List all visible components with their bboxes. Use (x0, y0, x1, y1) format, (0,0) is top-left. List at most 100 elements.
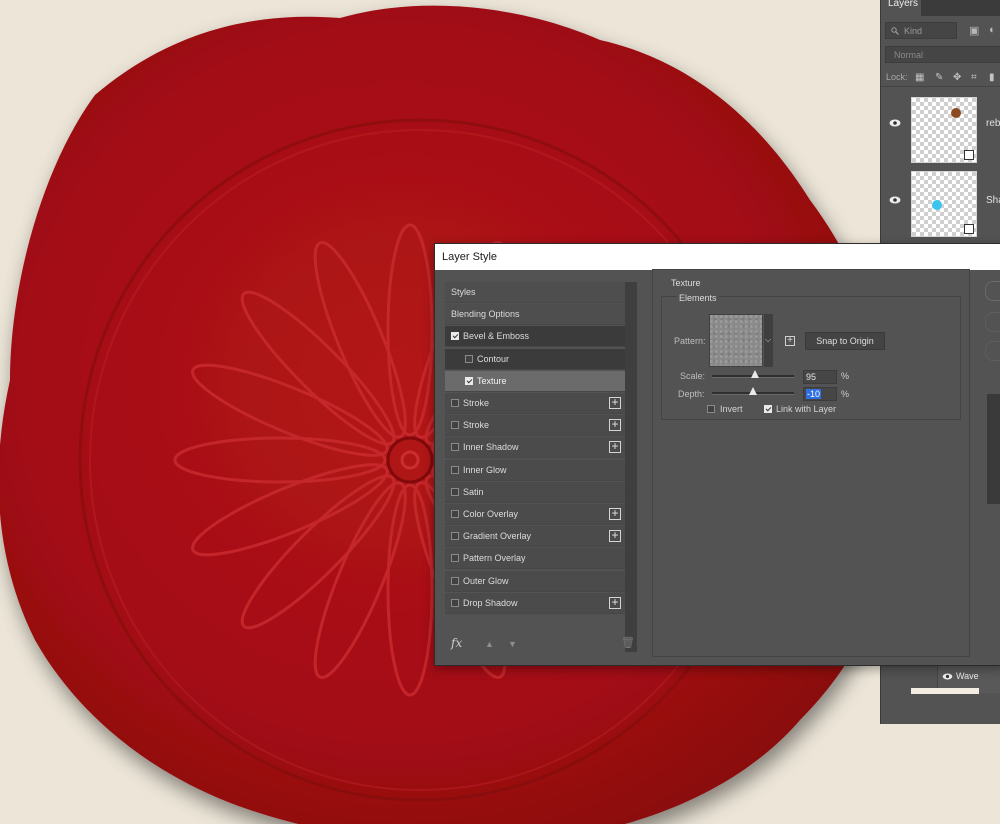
add-style-instance-button[interactable]: + (609, 396, 621, 409)
scale-slider-thumb[interactable] (750, 370, 759, 378)
link-with-layer-checkbox[interactable] (764, 405, 772, 413)
eye-icon[interactable] (942, 673, 953, 680)
style-item-label: Texture (477, 375, 507, 386)
depth-percent: % (841, 389, 850, 399)
scale-slider[interactable] (712, 370, 794, 378)
pattern-picker-dropdown[interactable]: ⌵ (764, 314, 773, 367)
style-item-stroke[interactable]: Stroke + (445, 415, 625, 437)
style-checkbox[interactable] (451, 443, 459, 452)
layers-tab-bar: Layers (881, 0, 1000, 16)
style-checkbox[interactable] (451, 332, 459, 341)
pattern-swatch[interactable] (709, 314, 763, 367)
layer-thumbnail (911, 97, 977, 163)
style-checkbox[interactable] (451, 576, 459, 585)
style-item-label: Satin (463, 486, 484, 497)
styles-list-scrollbar[interactable] (625, 282, 637, 652)
style-checkbox[interactable] (451, 510, 459, 518)
style-item-label: Contour (477, 353, 510, 364)
move-down-icon[interactable]: ▼ (508, 639, 517, 649)
chevron-down-icon: ⌵ (765, 335, 772, 344)
smart-object-icon (964, 150, 974, 160)
style-item-label: Stroke (463, 420, 490, 431)
style-checkbox[interactable] (451, 532, 459, 541)
layer-thumbnail (911, 171, 977, 237)
style-checkbox[interactable] (465, 376, 473, 385)
add-style-instance-button[interactable]: + (609, 507, 621, 520)
lock-position-icon[interactable]: ✥ (953, 72, 961, 83)
style-item-pattern-overlay[interactable]: Pattern Overlay (445, 548, 625, 570)
snap-to-origin-button[interactable]: Snap to Origin (805, 332, 885, 350)
style-checkbox[interactable] (451, 598, 459, 607)
move-up-icon[interactable]: ▲ (485, 639, 494, 649)
depth-value: -10 (806, 389, 822, 399)
styles-toolbar: fx ▲ ▼ 🗑 (445, 632, 635, 656)
depth-input[interactable]: -10 (803, 387, 837, 401)
style-item-label: Drop Shadow (463, 597, 518, 608)
scale-value: 95 (806, 372, 817, 382)
scale-percent: % (841, 371, 850, 381)
cancel-button[interactable] (985, 312, 1000, 332)
scale-label: Scale: (680, 371, 706, 381)
style-item-styles[interactable]: Styles (445, 282, 625, 303)
style-item-label: Stroke (463, 398, 490, 408)
style-item-blending-options[interactable]: Blending Options (445, 304, 625, 326)
style-item-drop-shadow[interactable]: Drop Shadow + (445, 592, 625, 614)
layer-name: Sha (986, 195, 1000, 206)
layer-row[interactable]: rebe (881, 88, 1000, 164)
new-preset-icon[interactable]: + (785, 336, 795, 346)
scale-input[interactable]: 95 (803, 370, 837, 384)
lock-artboard-icon[interactable]: ⌗ (971, 72, 977, 83)
link-with-layer-label: Link with Layer (776, 404, 837, 414)
style-checkbox[interactable] (451, 487, 459, 496)
lock-brush-icon[interactable]: ✎ (935, 72, 943, 83)
depth-slider-thumb[interactable] (748, 387, 757, 395)
style-item-bevel-emboss[interactable]: Bevel & Emboss (445, 326, 625, 348)
style-item-color-overlay[interactable]: Color Overlay + (445, 504, 625, 525)
add-style-instance-button[interactable]: + (609, 418, 621, 432)
eye-icon[interactable] (889, 196, 901, 204)
blend-mode-select[interactable]: Normal (885, 46, 1000, 63)
style-checkbox[interactable] (451, 554, 459, 563)
style-item-label: Pattern Overlay (463, 553, 526, 564)
style-checkbox[interactable] (465, 354, 473, 363)
section-title: Texture (669, 278, 703, 288)
add-style-instance-button[interactable]: + (609, 440, 621, 454)
depth-label: Depth: (678, 389, 705, 399)
style-checkbox[interactable] (451, 421, 459, 430)
style-checkbox[interactable] (451, 465, 459, 474)
style-item-inner-glow[interactable]: Inner Glow (445, 459, 625, 481)
add-style-instance-button[interactable]: + (609, 596, 621, 609)
invert-checkbox[interactable] (707, 405, 715, 413)
style-checkbox[interactable] (451, 399, 459, 407)
image-filter-icon[interactable]: ▣ (969, 24, 979, 37)
style-item-inner-shadow[interactable]: Inner Shadow + (445, 437, 625, 459)
ok-button[interactable] (985, 281, 1000, 301)
style-item-stroke[interactable]: Stroke + (445, 393, 625, 414)
lock-all-icon[interactable]: ▮ (989, 72, 995, 83)
thumbnail-content (932, 200, 942, 210)
add-style-instance-button[interactable]: + (609, 529, 621, 543)
layers-tab[interactable]: Layers (881, 0, 921, 16)
new-style-button[interactable] (985, 341, 1000, 361)
lock-transparent-icon[interactable]: ▦ (915, 72, 924, 83)
style-item-gradient-overlay[interactable]: Gradient Overlay + (445, 526, 625, 548)
kind-filter-label: Kind (904, 26, 923, 36)
fx-button[interactable]: fx (451, 636, 462, 650)
style-item-satin[interactable]: Satin (445, 481, 625, 503)
style-item-label: Outer Glow (463, 575, 509, 586)
dialog-title[interactable]: Layer Style (435, 244, 1000, 270)
style-item-label: Styles (451, 287, 476, 297)
style-item-texture[interactable]: Texture (445, 370, 625, 392)
adjustment-filter-icon[interactable]: ◐ (989, 24, 996, 36)
style-item-contour[interactable]: Contour (445, 348, 625, 370)
kind-filter-select[interactable]: Kind (885, 22, 957, 39)
depth-slider[interactable] (712, 387, 794, 395)
layer-style-dialog: Layer Style Styles Blending Options Bevel … (434, 243, 1000, 666)
layer-row-selected[interactable]: Sha (881, 165, 1000, 241)
trash-icon[interactable]: 🗑 (621, 636, 635, 649)
style-item-outer-glow[interactable]: Outer Glow (445, 570, 625, 592)
pattern-label: Pattern: (674, 336, 706, 346)
layer-name: rebe (986, 118, 1000, 129)
elements-group (661, 296, 961, 420)
eye-icon[interactable] (889, 119, 901, 127)
